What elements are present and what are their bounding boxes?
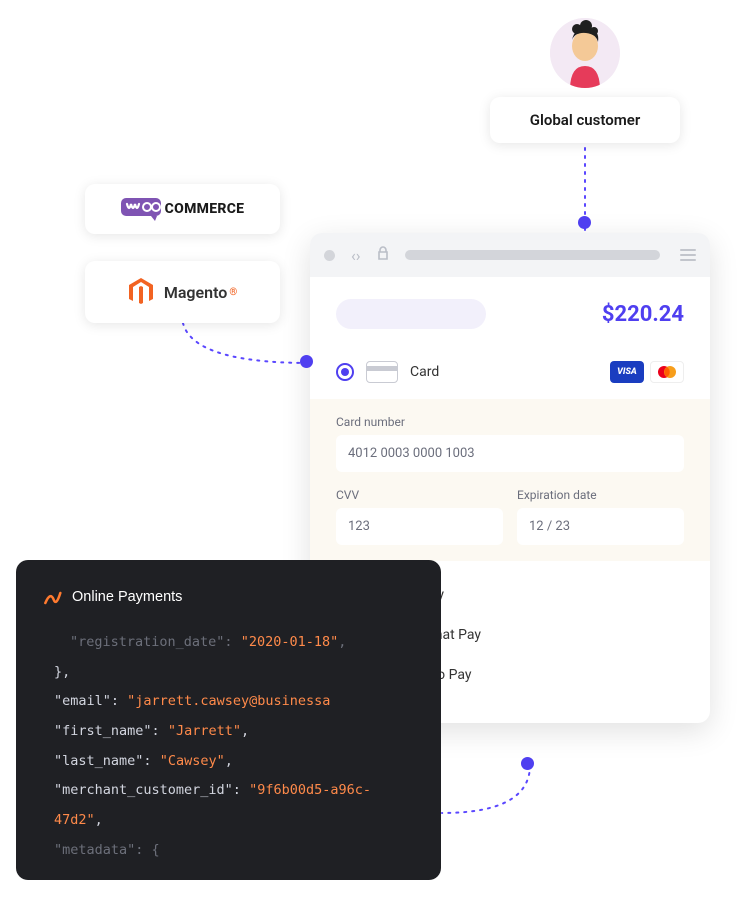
exp-label: Expiration date <box>517 488 684 502</box>
code-line: "registration_date": "2020-01-18", <box>42 628 415 658</box>
cvv-label: CVV <box>336 488 503 502</box>
merchant-name-skeleton <box>336 299 486 329</box>
persona-chip: Global customer <box>490 97 680 143</box>
card-label: Card <box>410 364 439 380</box>
traffic-light-dot <box>324 250 335 261</box>
cvv-input[interactable] <box>336 508 503 545</box>
radio-card[interactable] <box>336 363 354 381</box>
magento-label: Magento <box>164 283 227 302</box>
code-line: }, <box>42 658 415 688</box>
code-line: "metadata": { <box>42 836 415 866</box>
lock-icon <box>377 246 389 264</box>
mastercard-icon <box>650 361 684 383</box>
checkout-amount: $220.24 <box>602 302 684 327</box>
code-panel-title: Online Payments <box>72 582 182 614</box>
code-line: "email": "jarrett.cawsey@businessa <box>42 687 415 717</box>
exp-input[interactable] <box>517 508 684 545</box>
nav-back-forward-icon[interactable]: ‹ › <box>351 246 359 265</box>
avatar <box>550 18 620 88</box>
code-line: "first_name": "Jarrett", <box>42 717 415 747</box>
card-number-label: Card number <box>336 415 684 429</box>
payment-method-card[interactable]: Card VISA <box>336 355 684 389</box>
card-icon <box>366 361 398 383</box>
url-bar[interactable] <box>405 250 660 260</box>
magento-icon <box>128 277 154 307</box>
platform-woocommerce: COMMERCE <box>85 184 280 234</box>
menu-icon[interactable] <box>680 249 696 261</box>
card-number-input[interactable] <box>336 435 684 472</box>
api-code-panel: Online Payments "registration_date": "20… <box>16 560 441 880</box>
platform-magento: Magento ® <box>85 261 280 323</box>
visa-icon: VISA <box>610 361 644 383</box>
woocommerce-icon <box>121 196 161 222</box>
brand-icon <box>42 588 62 608</box>
code-line: "merchant_customer_id": "9f6b00d5-a96c-4… <box>42 776 415 835</box>
persona-label: Global customer <box>530 111 640 129</box>
browser-chrome: ‹ › <box>310 233 710 277</box>
code-line: "last_name": "Cawsey", <box>42 747 415 777</box>
card-form: Card number CVV Expiration date <box>310 399 710 561</box>
woocommerce-label: COMMERCE <box>165 201 245 217</box>
